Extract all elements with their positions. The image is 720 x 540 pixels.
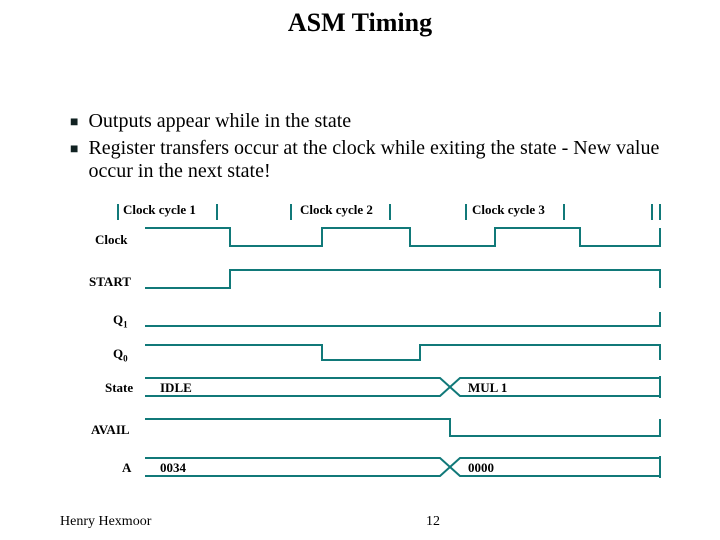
a-waveform [0,454,720,480]
bullet-icon: ■ [70,142,78,158]
avail-waveform [0,414,720,440]
a-value-1: 0034 [160,460,186,476]
bullet-list: ■ Outputs appear while in the state ■ Re… [70,110,680,187]
state-waveform [0,374,720,400]
state-value-idle: IDLE [160,380,192,396]
clock-waveform [0,224,720,250]
q1-waveform [0,310,720,330]
a-value-2: 0000 [468,460,494,476]
footer-author: Henry Hexmoor [60,514,151,530]
bullet-item: ■ Register transfers occur at the clock … [70,137,680,183]
cycle-ticks [0,202,720,222]
bullet-text: Register transfers occur at the clock wh… [88,137,680,183]
bullet-icon: ■ [70,115,78,131]
page-title: ASM Timing [0,0,720,38]
bullet-text: Outputs appear while in the state [88,110,351,133]
state-value-mul1: MUL 1 [468,380,507,396]
start-waveform [0,266,720,292]
footer-page-number: 12 [426,514,440,530]
q0-waveform [0,340,720,364]
bullet-item: ■ Outputs appear while in the state [70,110,680,133]
